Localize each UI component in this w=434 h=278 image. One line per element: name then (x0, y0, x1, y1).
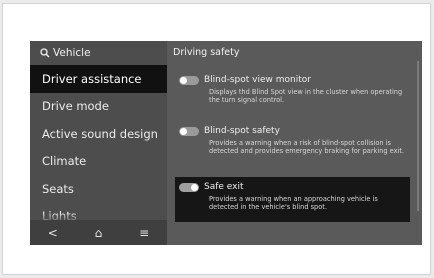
scrollbar[interactable] (417, 61, 419, 211)
setting-blind-spot-safety[interactable]: Blind-spot safety Provides a warning whe… (175, 121, 410, 155)
setting-description: Provides a warning when an approaching v… (209, 195, 378, 212)
bottom-nav-bar: < ⌂ ≡ (30, 220, 167, 245)
setting-blind-spot-view-monitor[interactable]: Blind-spot view monitor Displays thd Bli… (175, 70, 410, 104)
search-row[interactable]: Vehicle (40, 45, 91, 61)
menu-item-seats[interactable]: Seats (30, 175, 167, 203)
settings-menu: Driver assistance Drive mode Active soun… (30, 65, 167, 230)
menu-icon[interactable]: ≡ (129, 220, 159, 245)
setting-name: Safe exit (204, 182, 244, 192)
setting-name: Blind-spot safety (204, 126, 280, 136)
menu-item-drive-mode[interactable]: Drive mode (30, 93, 167, 121)
section-title: Driving safety (173, 47, 240, 58)
image-frame: Vehicle Driver assistance Drive mode Act… (2, 3, 431, 275)
toggle-switch[interactable] (179, 75, 199, 85)
right-settings-panel: Driving safety Blind-spot view monitor D… (167, 41, 422, 245)
search-icon (40, 48, 50, 58)
setting-description: Displays thd Blind Spot view in the clus… (209, 88, 403, 105)
setting-safe-exit[interactable]: Safe exit Provides a warning when an app… (175, 177, 410, 222)
toggle-switch[interactable] (179, 126, 199, 136)
infotainment-screen: Vehicle Driver assistance Drive mode Act… (30, 41, 422, 245)
back-icon[interactable]: < (38, 220, 68, 245)
left-menu-panel: Vehicle Driver assistance Drive mode Act… (30, 41, 167, 245)
search-label: Vehicle (53, 47, 91, 59)
setting-name: Blind-spot view monitor (204, 75, 311, 85)
menu-item-driver-assistance[interactable]: Driver assistance (30, 65, 167, 93)
home-icon[interactable]: ⌂ (83, 220, 113, 245)
toggle-switch[interactable] (179, 182, 199, 192)
setting-description: Provides a warning when a risk of blind-… (209, 139, 405, 156)
menu-item-climate[interactable]: Climate (30, 148, 167, 176)
menu-item-active-sound-design[interactable]: Active sound design (30, 120, 167, 148)
